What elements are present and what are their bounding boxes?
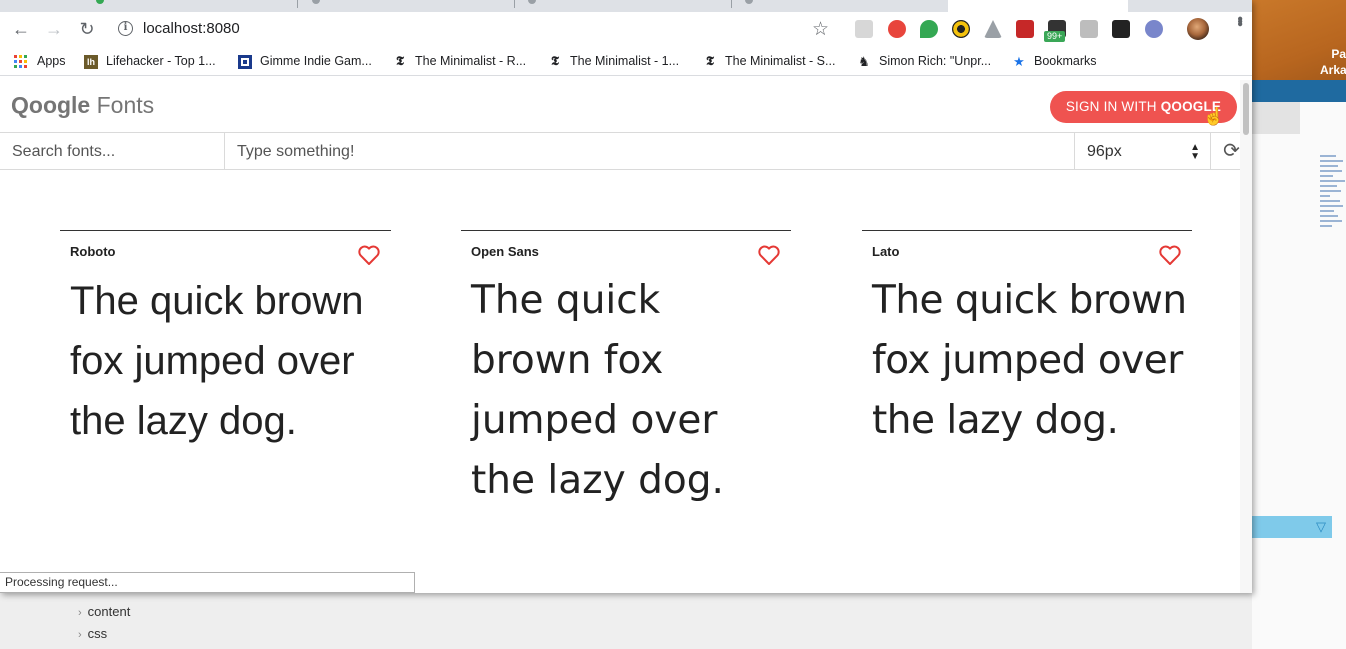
extension-badge: 99+ [1044,31,1066,42]
font-sample: The quick brown fox jumped over the lazy… [471,278,724,503]
gimme-indie-icon [238,54,252,69]
extension-grey-icon[interactable] [1080,20,1098,38]
controls-bar: Search fonts... Type something! 96px ▲ ▼ … [0,132,1252,170]
piano-icon: ♞ [858,53,870,69]
sample-text-input[interactable]: Type something! [225,133,1075,170]
font-name: Roboto [70,244,116,259]
nyt-icon: 𝕿 [706,53,714,69]
search-input[interactable]: Search fonts... [0,133,225,170]
filter-icon: ▽ [1316,519,1326,534]
font-name: Open Sans [471,244,539,259]
font-sample: The quick brown fox jumped over the lazy… [70,279,364,443]
bookmark-simon-rich[interactable]: ♞ Simon Rich: "Unpr... [857,53,991,69]
background-window-strip [1252,80,1346,102]
font-name: Lato [872,244,900,259]
background-file-tree: › content › css [0,593,250,649]
background-window-title: Pa Arka [1320,47,1346,77]
bookmarks-bar: Apps lh Lifehacker - Top 1... Gimme Indie… [0,46,1252,76]
background-editor-band [1252,102,1300,134]
chevron-right-icon: › [78,607,82,619]
scrollbar-thumb[interactable] [1243,83,1249,135]
heart-icon[interactable] [357,243,381,267]
profile-avatar[interactable] [1187,18,1209,40]
background-code-minimap [1320,155,1346,245]
font-card: Roboto The quick brown fox jumped over t… [60,230,391,530]
tab-favicon [96,0,104,4]
hangouts-icon[interactable] [920,20,938,38]
more-menu-icon[interactable]: ••• [1226,16,1252,24]
hand-cursor-icon: ☝ [1203,107,1225,126]
chevron-right-icon: › [78,629,82,641]
bookmark-folder[interactable]: ★ Bookmarks [1012,53,1096,69]
heart-icon[interactable] [1158,243,1182,267]
bookmark-apps[interactable]: Apps [14,53,66,69]
address-bar[interactable]: i localhost:8080 ☆ [112,16,842,42]
bookmark-lifehacker[interactable]: lh Lifehacker - Top 1... [84,53,216,69]
bookmark-minimalist-3[interactable]: 𝕿 The Minimalist - S... [703,53,835,69]
heart-icon[interactable] [757,243,781,267]
tab-favicon [745,0,753,4]
refresh-icon: ⟳ [1223,140,1240,162]
tree-item: › content [78,604,131,619]
tab-favicon [312,0,320,4]
tree-item: › css [78,626,108,641]
status-bar: Processing request... [0,572,415,593]
info-icon[interactable]: i [118,21,133,36]
forward-button[interactable]: → [42,17,66,41]
active-tab[interactable] [948,0,1128,12]
url-text[interactable]: localhost:8080 [143,20,240,37]
reload-button[interactable]: ↻ [75,17,99,41]
bookmark-minimalist-2[interactable]: 𝕿 The Minimalist - 1... [548,53,679,69]
bookmark-minimalist-1[interactable]: 𝕿 The Minimalist - R... [393,53,526,69]
apps-grid-icon [14,55,27,69]
nyt-icon: 𝕿 [551,53,559,69]
extension-purple-icon[interactable] [1145,20,1163,38]
select-arrows-icon: ▲ ▼ [1190,141,1200,162]
font-card: Open Sans The quick brown fox jumped ove… [461,230,791,530]
nyt-icon: 𝕿 [396,53,404,69]
star-icon: ★ [1013,53,1025,69]
lifehacker-icon: lh [84,54,98,69]
font-size-select[interactable]: 96px ▲ ▼ [1075,133,1211,170]
extension-icon[interactable] [855,20,873,38]
tab-favicon [528,0,536,4]
back-button[interactable]: ← [9,17,33,41]
tab-separator [514,0,515,8]
bookmark-star-icon[interactable]: ☆ [812,18,829,41]
extension-black-icon[interactable] [1112,20,1130,38]
browser-window: ← → ↻ i localhost:8080 ☆ 99+ ••• Apps lh… [0,0,1252,593]
web-page: Qoogle Fonts SIGN IN WITH QOOGLE ☝ Searc… [0,80,1252,593]
ublock-icon[interactable] [888,20,906,38]
drive-icon[interactable] [984,20,1002,38]
background-filter-bar: ▽ [1252,516,1332,538]
extension-red-icon[interactable] [1016,20,1034,38]
tab-separator [731,0,732,8]
brand-logo[interactable]: Qoogle Fonts [11,92,154,119]
page-scrollbar[interactable] [1240,80,1252,593]
font-card: Lato The quick brown fox jumped over the… [862,230,1192,530]
tab-strip[interactable] [0,0,1252,12]
browser-toolbar: ← → ↻ i localhost:8080 ☆ 99+ ••• [0,12,1252,46]
font-sample: The quick brown fox jumped over the lazy… [872,278,1187,443]
radiation-icon[interactable] [952,20,970,38]
bookmark-gimme-indie[interactable]: Gimme Indie Gam... [238,53,372,69]
tab-separator [297,0,298,8]
app-header: Qoogle Fonts SIGN IN WITH QOOGLE ☝ [0,80,1240,132]
